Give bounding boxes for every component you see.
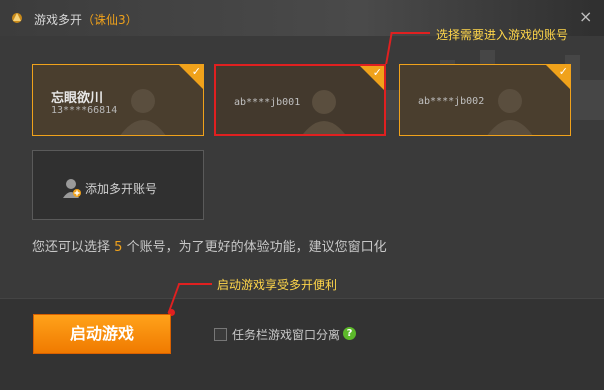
close-icon[interactable]: ×	[579, 9, 592, 25]
server-name: 诛仙3	[94, 13, 126, 27]
account-nickname: 忘眼欲川	[51, 91, 104, 106]
account-id: 13****66814	[51, 105, 118, 116]
check-icon: ✓	[191, 65, 201, 78]
account-id: ab****jb002	[418, 96, 485, 107]
selection-hint: 您还可以选择 5 个账号，为了更好的体验功能，建议您窗口化	[32, 240, 387, 255]
window-title: 游戏多开（诛仙3）	[34, 13, 138, 27]
account-card[interactable]: ✓ ab****jb002	[399, 64, 571, 136]
add-user-icon	[63, 179, 81, 198]
avatar-silhouette-icon	[120, 89, 166, 135]
account-card[interactable]: ✓ ab****jb001	[214, 64, 386, 136]
add-account-label: 添加多开账号	[85, 182, 158, 196]
callout-select-accounts: 选择需要进入游戏的账号	[436, 28, 569, 42]
game-logo-icon	[12, 13, 22, 23]
start-game-button[interactable]: 启动游戏	[33, 314, 171, 354]
check-icon: ✓	[372, 66, 382, 79]
account-card[interactable]: ✓ 忘眼欲川 13****66814	[32, 64, 204, 136]
callout-start-benefit: 启动游戏享受多开便利	[217, 278, 338, 292]
taskbar-separate-label: 任务栏游戏窗口分离	[232, 328, 341, 342]
avatar-silhouette-icon	[487, 89, 533, 135]
avatar-silhouette-icon	[303, 90, 345, 134]
account-id: ab****jb001	[234, 97, 301, 108]
callout-line	[394, 32, 430, 34]
add-account-button[interactable]: 添加多开账号	[32, 150, 204, 220]
help-icon[interactable]: ?	[343, 327, 356, 340]
check-icon: ✓	[558, 65, 568, 78]
remaining-count: 5	[114, 240, 123, 255]
taskbar-separate-checkbox[interactable]	[214, 328, 227, 341]
multi-open-dialog: 游戏多开（诛仙3） × 选择需要进入游戏的账号 ✓ 忘眼欲川 13****668…	[0, 0, 604, 390]
